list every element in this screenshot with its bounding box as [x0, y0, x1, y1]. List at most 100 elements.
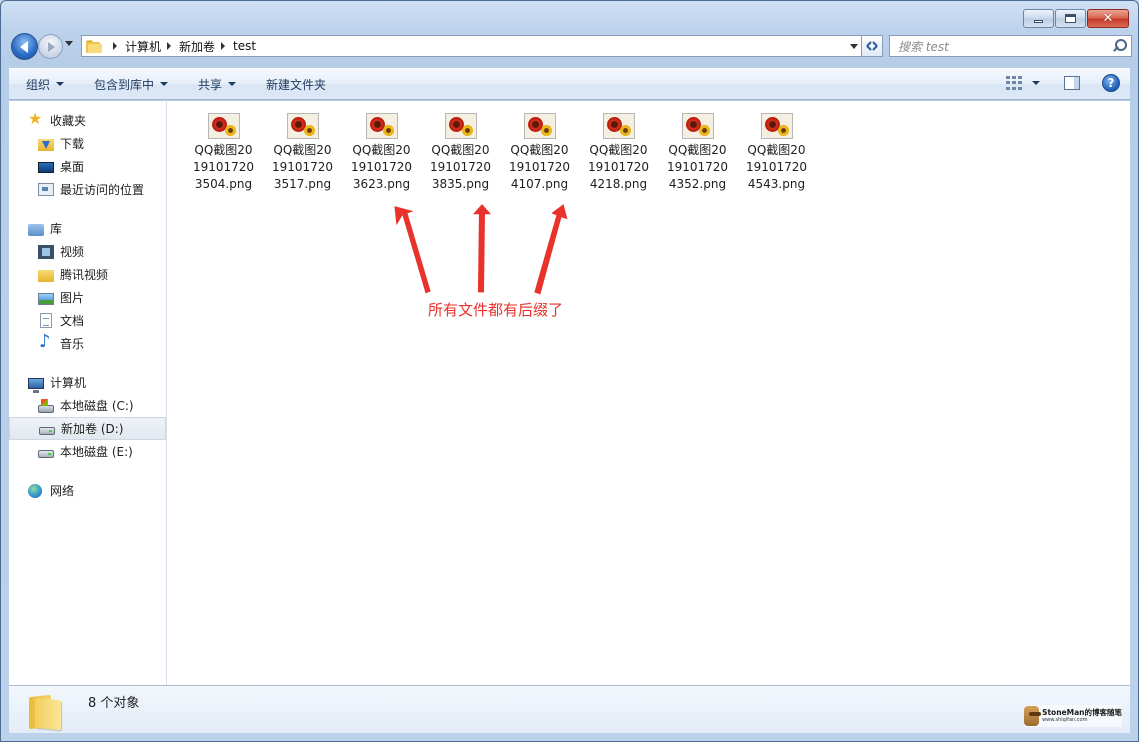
image-file-icon — [523, 113, 556, 139]
search-icon[interactable] — [1112, 39, 1127, 53]
watermark-logo-icon — [1024, 706, 1042, 726]
breadcrumb-chevron-icon[interactable] — [167, 42, 172, 50]
nav-drive-d[interactable]: 新加卷 (D:) — [9, 417, 166, 440]
breadcrumb-test[interactable]: test — [233, 39, 256, 53]
search-box[interactable]: 搜索 test — [889, 35, 1132, 57]
address-bar[interactable]: 计算机 新加卷 test — [81, 35, 863, 57]
close-icon: ✕ — [1102, 11, 1114, 26]
search-input[interactable]: 搜索 test — [898, 38, 1112, 55]
nav-label: 本地磁盘 (E:) — [60, 445, 133, 459]
breadcrumb-chevron-icon[interactable] — [113, 42, 117, 50]
nav-computer[interactable]: 计算机 — [9, 371, 166, 394]
nav-tencent-video[interactable]: 腾讯视频 — [9, 263, 166, 286]
nav-network[interactable]: 网络 — [9, 479, 166, 502]
video-library-icon — [38, 244, 54, 259]
nav-label: 桌面 — [60, 160, 85, 174]
new-folder-button[interactable]: 新建文件夹 — [249, 69, 339, 99]
library-icon — [28, 223, 44, 236]
file-item[interactable]: QQ截图20191017203623.png — [342, 113, 421, 193]
share-menu[interactable]: 共享 — [181, 69, 249, 99]
file-item[interactable]: QQ截图20191017203504.png — [184, 113, 263, 193]
annotation-arrow — [472, 204, 492, 293]
nav-downloads[interactable]: 下载 — [9, 132, 166, 155]
nav-label: 文档 — [60, 314, 85, 328]
file-item[interactable]: QQ截图20191017204107.png — [500, 113, 579, 193]
file-item[interactable]: QQ截图20191017203835.png — [421, 113, 500, 193]
favorites-section: 收藏夹 下载 桌面 最近访问的位置 — [9, 109, 166, 201]
nav-desktop[interactable]: 桌面 — [9, 155, 166, 178]
image-file-icon — [760, 113, 793, 139]
organize-menu[interactable]: 组织 — [9, 69, 77, 99]
image-file-icon — [207, 113, 240, 139]
computer-icon — [28, 377, 44, 393]
share-label: 共享 — [198, 77, 223, 92]
breadcrumb-chevron-icon[interactable] — [221, 42, 226, 50]
refresh-button[interactable] — [861, 35, 883, 57]
command-bar: 组织 包含到库中 共享 新建文件夹 ? — [9, 68, 1130, 100]
file-item[interactable]: QQ截图20191017203517.png — [263, 113, 342, 193]
nav-documents[interactable]: 文档 — [9, 309, 166, 332]
file-name: QQ截图20191017203835.png — [429, 143, 492, 191]
image-file-icon — [286, 113, 319, 139]
file-item[interactable]: QQ截图20191017204218.png — [579, 113, 658, 193]
file-name: QQ截图20191017204543.png — [745, 143, 808, 191]
nav-label: 视频 — [60, 245, 85, 259]
navigation-pane: 收藏夹 下载 桌面 最近访问的位置 库 视频 腾讯视频 图片 文档 音乐 计算机… — [9, 101, 167, 685]
nav-drive-e[interactable]: 本地磁盘 (E:) — [9, 440, 166, 463]
forward-arrow-icon — [48, 41, 55, 52]
file-item[interactable]: QQ截图20191017204352.png — [658, 113, 737, 193]
back-button[interactable] — [11, 33, 38, 60]
nav-label: 下载 — [60, 137, 85, 151]
chevron-down-icon — [160, 82, 169, 86]
nav-favorites[interactable]: 收藏夹 — [9, 109, 166, 132]
annotation-label: 所有文件都有后缀了 — [428, 301, 564, 319]
network-section: 网络 — [9, 479, 166, 502]
nav-music[interactable]: 音乐 — [9, 332, 166, 355]
close-button[interactable]: ✕ — [1087, 9, 1129, 28]
organize-label: 组织 — [26, 77, 51, 92]
watermark-title: StoneMan的博客随笔 — [1042, 707, 1122, 717]
help-icon[interactable]: ? — [1102, 74, 1120, 92]
file-item[interactable]: QQ截图20191017204543.png — [737, 113, 816, 193]
view-options-dropdown-icon[interactable] — [1032, 81, 1040, 85]
forward-button[interactable] — [38, 34, 63, 59]
new-folder-label: 新建文件夹 — [266, 77, 327, 92]
star-icon — [28, 111, 44, 129]
address-dropdown-icon[interactable] — [850, 44, 858, 49]
annotation-arrow — [394, 206, 431, 294]
preview-pane-icon[interactable] — [1064, 76, 1080, 90]
item-count: 8 个对象 — [88, 696, 140, 711]
nav-videos[interactable]: 视频 — [9, 240, 166, 263]
folder-icon — [38, 269, 54, 282]
change-view-icon[interactable] — [1006, 76, 1022, 90]
maximize-button[interactable] — [1055, 9, 1086, 28]
include-in-library-menu[interactable]: 包含到库中 — [77, 69, 181, 99]
explorer-window: ✕ 计算机 新加卷 test 搜索 test 组织 包含到库中 共享 新建文件夹… — [0, 0, 1139, 742]
minimize-button[interactable] — [1023, 9, 1054, 28]
nav-label: 新加卷 (D:) — [61, 422, 124, 436]
file-name: QQ截图20191017203517.png — [271, 143, 334, 191]
downloads-folder-icon — [38, 138, 54, 151]
drive-icon — [38, 450, 54, 458]
nav-label: 图片 — [60, 291, 85, 305]
nav-recent-places[interactable]: 最近访问的位置 — [9, 178, 166, 201]
nav-pictures[interactable]: 图片 — [9, 286, 166, 309]
nav-label: 音乐 — [60, 337, 85, 351]
nav-label: 计算机 — [50, 376, 87, 390]
nav-libraries[interactable]: 库 — [9, 217, 166, 240]
breadcrumb-computer[interactable]: 计算机 — [125, 38, 161, 55]
drive-icon — [39, 427, 55, 435]
details-pane: 8 个对象 StoneMan的博客随笔 www.shiqifan.com — [9, 685, 1130, 733]
chevron-down-icon — [228, 82, 237, 86]
nav-drive-c[interactable]: 本地磁盘 (C:) — [9, 394, 166, 417]
watermark: StoneMan的博客随笔 www.shiqifan.com — [1024, 705, 1122, 727]
file-name: QQ截图20191017204218.png — [587, 143, 650, 191]
file-name: QQ截图20191017204107.png — [508, 143, 571, 191]
breadcrumb-volume[interactable]: 新加卷 — [179, 38, 215, 55]
system-drive-icon — [38, 398, 54, 413]
image-file-icon — [444, 113, 477, 139]
recent-pages-dropdown[interactable] — [65, 41, 73, 46]
nav-label: 腾讯视频 — [60, 268, 109, 282]
watermark-url: www.shiqifan.com — [1042, 717, 1088, 724]
file-name: QQ截图20191017203623.png — [350, 143, 413, 191]
